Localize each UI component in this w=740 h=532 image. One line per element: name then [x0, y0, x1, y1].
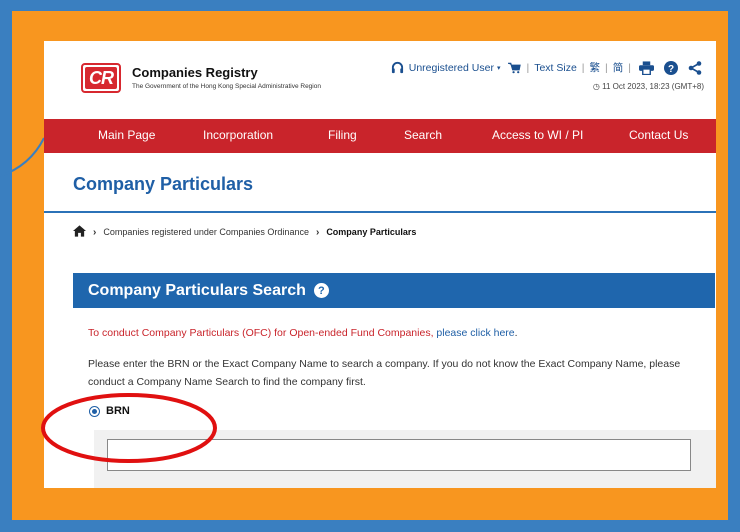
breadcrumb: › Companies registered under Companies O…: [73, 225, 416, 239]
nav-access-wi-pi[interactable]: Access to WI / PI: [492, 128, 583, 142]
text-size-button[interactable]: Text Size: [534, 62, 577, 74]
cr-logo[interactable]: CR: [81, 63, 121, 93]
chevron-down-icon: ▾: [496, 64, 501, 72]
question-icon[interactable]: ?: [664, 60, 678, 75]
nav-filing[interactable]: Filing: [328, 128, 357, 142]
search-instructions: Please enter the BRN or the Exact Compan…: [88, 358, 681, 388]
separator: |: [628, 61, 631, 74]
separator: |: [581, 61, 585, 74]
highlight-circle: [41, 393, 217, 463]
printer-icon[interactable]: [639, 60, 654, 75]
nav-main-page[interactable]: Main Page: [98, 128, 155, 142]
lang-traditional-link[interactable]: 繁: [590, 60, 601, 75]
ofc-notice: To conduct Company Particulars (OFC) for…: [88, 327, 518, 339]
lang-simplified-link[interactable]: 简: [613, 60, 624, 75]
chevron-right-icon: ›: [315, 226, 320, 238]
main-nav: Main Page Incorporation Filing Search Ac…: [44, 119, 716, 153]
svg-text:?: ?: [668, 64, 674, 75]
help-icon[interactable]: ?: [313, 283, 329, 298]
ofc-tail: .: [514, 327, 518, 339]
logo-text: CR: [85, 67, 117, 89]
clock-icon: ◷: [592, 82, 603, 91]
timestamp-text: 11 Oct 2023, 18:23 (GMT+8): [602, 82, 704, 91]
nav-contact-us[interactable]: Contact Us: [629, 128, 688, 142]
section-title: Company Particulars Search: [88, 281, 306, 299]
site-title: Companies Registry: [132, 65, 258, 80]
chevron-right-icon: ›: [93, 226, 97, 238]
cart-icon[interactable]: [508, 62, 522, 74]
utility-bar: Unregistered User ▾ | Text Size | 繁 | 简 …: [391, 60, 702, 75]
timestamp: ◷ 11 Oct 2023, 18:23 (GMT+8): [593, 82, 704, 91]
share-icon[interactable]: [688, 60, 702, 75]
separator: |: [526, 61, 530, 74]
ofc-link[interactable]: please click here: [436, 327, 514, 339]
breadcrumb-current: Company Particulars: [326, 227, 417, 237]
separator: |: [605, 61, 608, 74]
headphones-icon: [391, 61, 404, 74]
breadcrumb-parent-link[interactable]: Companies registered under Companies Ord…: [103, 227, 309, 237]
nav-search[interactable]: Search: [404, 128, 442, 142]
nav-incorporation[interactable]: Incorporation: [203, 128, 273, 142]
divider: [44, 211, 716, 213]
home-icon[interactable]: [73, 225, 86, 239]
page-title: Company Particulars: [73, 174, 254, 194]
user-menu[interactable]: Unregistered User: [409, 62, 494, 74]
decorative-curve: [0, 137, 45, 177]
site-subtitle: The Government of the Hong Kong Special …: [132, 83, 321, 90]
ofc-text: To conduct Company Particulars (OFC) for…: [88, 327, 434, 339]
section-header: Company Particulars Search ?: [73, 273, 715, 308]
